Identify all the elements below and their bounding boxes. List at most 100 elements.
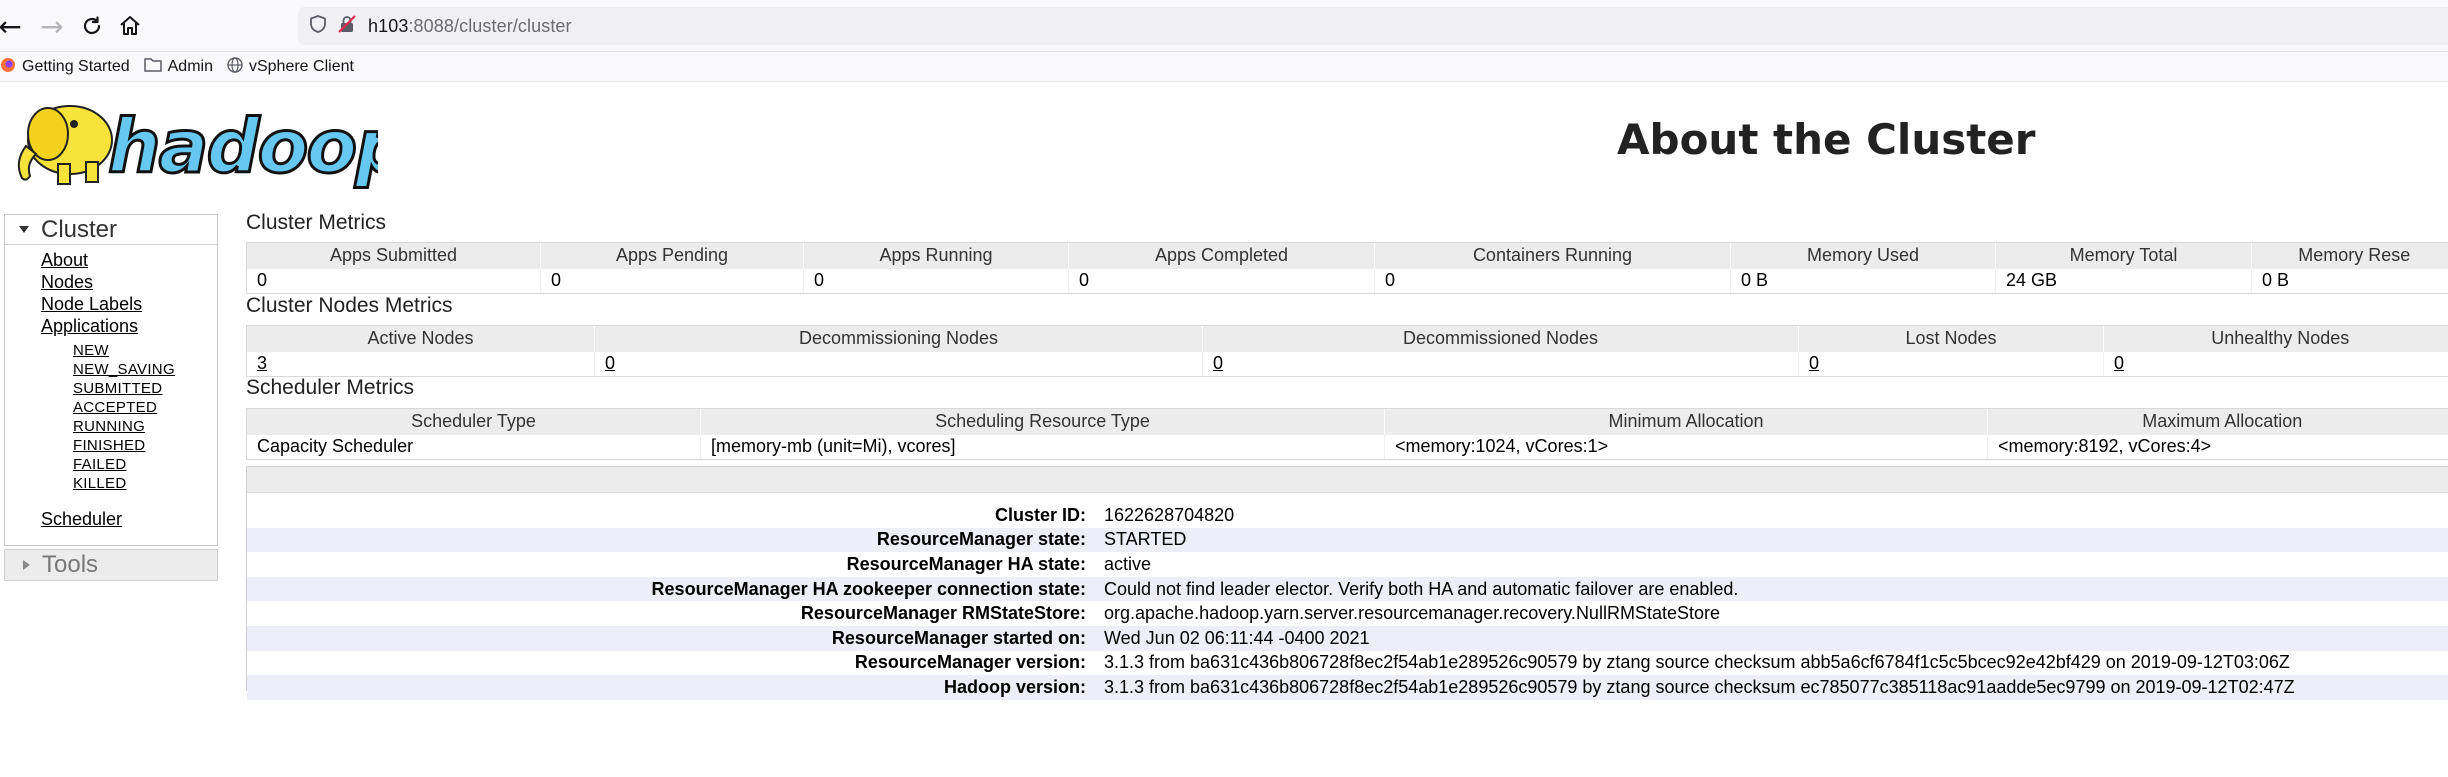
active-nodes-link[interactable]: 3 (257, 353, 267, 373)
insecure-lock-icon-glyph (338, 14, 356, 33)
back-icon[interactable]: ← (0, 4, 32, 48)
info-value: 1622628704820 (1104, 504, 1235, 525)
column-header[interactable]: Decommissioning Nodes (594, 325, 1203, 352)
nav-link-about[interactable]: About (41, 250, 88, 271)
column-header[interactable]: Apps Completed (1068, 242, 1375, 269)
browser-toolbar: ← → h103:8088/cluster/cluster (0, 0, 2448, 52)
column-header[interactable]: Decommissioned Nodes (1202, 325, 1799, 352)
column-header[interactable]: Lost Nodes (1798, 325, 2104, 352)
decommissioning-nodes-link[interactable]: 0 (605, 353, 615, 373)
table-cell: [memory-mb (unit=Mi), vcores] (700, 434, 1385, 460)
home-icon[interactable] (108, 4, 152, 48)
column-header[interactable]: Containers Running (1374, 242, 1731, 269)
column-header[interactable]: Maximum Allocation (1987, 408, 2448, 435)
info-value: 3.1.3 from ba631c436b806728f8ec2f54ab1e2… (1104, 676, 2295, 697)
column-header[interactable]: Unhealthy Nodes (2103, 325, 2448, 352)
table-cell: 0 (1202, 351, 1799, 377)
table-header-row: Scheduler Type Scheduling Resource Type … (246, 408, 2448, 435)
info-row-cluster-id: Cluster ID: 1622628704820 (247, 503, 2448, 528)
info-value: org.apache.hadoop.yarn.server.resourcema… (1104, 603, 1720, 624)
bookmark-label: Getting Started (22, 57, 130, 75)
nav-link-app-accepted[interactable]: ACCEPTED (73, 399, 157, 416)
info-label: ResourceManager RMStateStore: (800, 603, 1086, 624)
info-table-header (247, 467, 2448, 493)
column-header[interactable]: Active Nodes (246, 325, 595, 352)
decommissioned-nodes-link[interactable]: 0 (1213, 353, 1223, 373)
lost-nodes-link[interactable]: 0 (1809, 353, 1819, 373)
cluster-metrics-title: Cluster Metrics (246, 211, 387, 234)
column-header[interactable]: Apps Running (803, 242, 1069, 269)
info-row-rm-state-store: ResourceManager RMStateStore: org.apache… (247, 601, 2448, 626)
hadoop-elephant-icon: hadoop (17, 103, 410, 192)
url-bar[interactable]: h103:8088/cluster/cluster (298, 7, 2448, 45)
table-cell: <memory:1024, vCores:1> (1384, 434, 1988, 460)
column-header[interactable]: Memory Used (1730, 242, 1996, 269)
table-row: 0 0 0 0 0 0 B 24 GB 0 B (246, 268, 2448, 294)
bookmark-admin[interactable]: Admin (143, 57, 213, 76)
table-header-row: Apps Submitted Apps Pending Apps Running… (246, 242, 2448, 269)
info-value: 3.1.3 from ba631c436b806728f8ec2f54ab1e2… (1104, 652, 2290, 673)
unhealthy-nodes-link[interactable]: 0 (2114, 353, 2124, 373)
node-metrics-title: Cluster Nodes Metrics (246, 294, 453, 317)
expand-triangle-icon (23, 560, 30, 570)
info-row-hadoop-version: Hadoop version: 3.1.3 from ba631c436b806… (247, 675, 2448, 700)
nav-link-scheduler[interactable]: Scheduler (41, 509, 122, 530)
cluster-metrics-table: Apps Submitted Apps Pending Apps Running… (246, 242, 2448, 294)
nav-link-applications[interactable]: Applications (41, 316, 138, 337)
hadoop-logo[interactable]: hadoop (8, 94, 410, 192)
table-cell: 0 (803, 268, 1069, 294)
cluster-nav-title: Cluster (41, 215, 118, 243)
column-header[interactable]: Memory Rese (2251, 242, 2448, 269)
folder-icon-glyph (143, 58, 162, 72)
bookmark-getting-started[interactable]: Getting Started (0, 57, 130, 77)
nav-link-app-submitted[interactable]: SUBMITTED (73, 380, 162, 397)
info-label: Cluster ID: (994, 504, 1086, 525)
info-label: Hadoop version: (943, 676, 1086, 697)
forward-icon[interactable]: → (30, 4, 74, 48)
globe-icon (227, 56, 243, 77)
tools-nav-panel[interactable]: Tools (4, 549, 218, 581)
url-path: :8088/cluster/cluster (408, 15, 572, 36)
table-cell: 0 B (1730, 268, 1996, 294)
url-text[interactable]: h103:8088/cluster/cluster (368, 16, 572, 37)
firefox-icon (0, 57, 16, 77)
column-header[interactable]: Memory Total (1995, 242, 2252, 269)
table-cell: 3 (246, 351, 595, 377)
table-cell: 0 (540, 268, 804, 294)
bookmark-label: Admin (167, 57, 213, 75)
info-row-rm-started-on: ResourceManager started on: Wed Jun 02 0… (247, 625, 2448, 651)
nav-link-app-killed[interactable]: KILLED (73, 475, 127, 492)
table-row: 3 0 0 0 0 (246, 351, 2448, 377)
nav-link-app-running[interactable]: RUNNING (73, 418, 145, 435)
info-row-rm-state: ResourceManager state: STARTED (247, 527, 2448, 553)
info-row-rm-zookeeper-state: ResourceManager HA zookeeper connection … (247, 576, 2448, 602)
column-header[interactable]: Scheduling Resource Type (700, 408, 1385, 435)
insecure-lock-icon[interactable] (338, 14, 356, 38)
shield-icon[interactable] (310, 14, 326, 38)
table-cell: 0 (594, 351, 1203, 377)
nav-link-app-failed[interactable]: FAILED (73, 456, 127, 473)
globe-icon-glyph (227, 56, 243, 73)
info-row-rm-ha-state: ResourceManager HA state: active (247, 552, 2448, 577)
column-header[interactable]: Scheduler Type (246, 408, 701, 435)
nav-link-app-new[interactable]: NEW (73, 342, 109, 359)
column-header[interactable]: Apps Submitted (246, 242, 541, 269)
table-row: Capacity Scheduler [memory-mb (unit=Mi),… (246, 434, 2448, 460)
table-cell: 0 (1068, 268, 1375, 294)
table-cell: 0 (246, 268, 541, 294)
info-value: active (1104, 553, 1152, 574)
table-cell: 24 GB (1995, 268, 2252, 294)
column-header[interactable]: Minimum Allocation (1384, 408, 1988, 435)
nav-link-nodes[interactable]: Nodes (41, 272, 93, 293)
shield-icon-glyph (310, 14, 326, 33)
info-label: ResourceManager state: (876, 529, 1086, 550)
nav-link-node-labels[interactable]: Node Labels (41, 294, 142, 315)
nav-link-app-finished[interactable]: FINISHED (73, 437, 145, 454)
bookmarks-bar: Getting Started Admin vSphere Client (0, 52, 2448, 82)
reload-icon-glyph (83, 16, 101, 35)
bookmark-vsphere-client[interactable]: vSphere Client (227, 56, 354, 77)
column-header[interactable]: Apps Pending (540, 242, 804, 269)
nav-link-app-new-saving[interactable]: NEW_SAVING (73, 361, 175, 378)
cluster-nav-header[interactable]: Cluster (5, 215, 217, 245)
url-host: h103 (368, 15, 409, 36)
